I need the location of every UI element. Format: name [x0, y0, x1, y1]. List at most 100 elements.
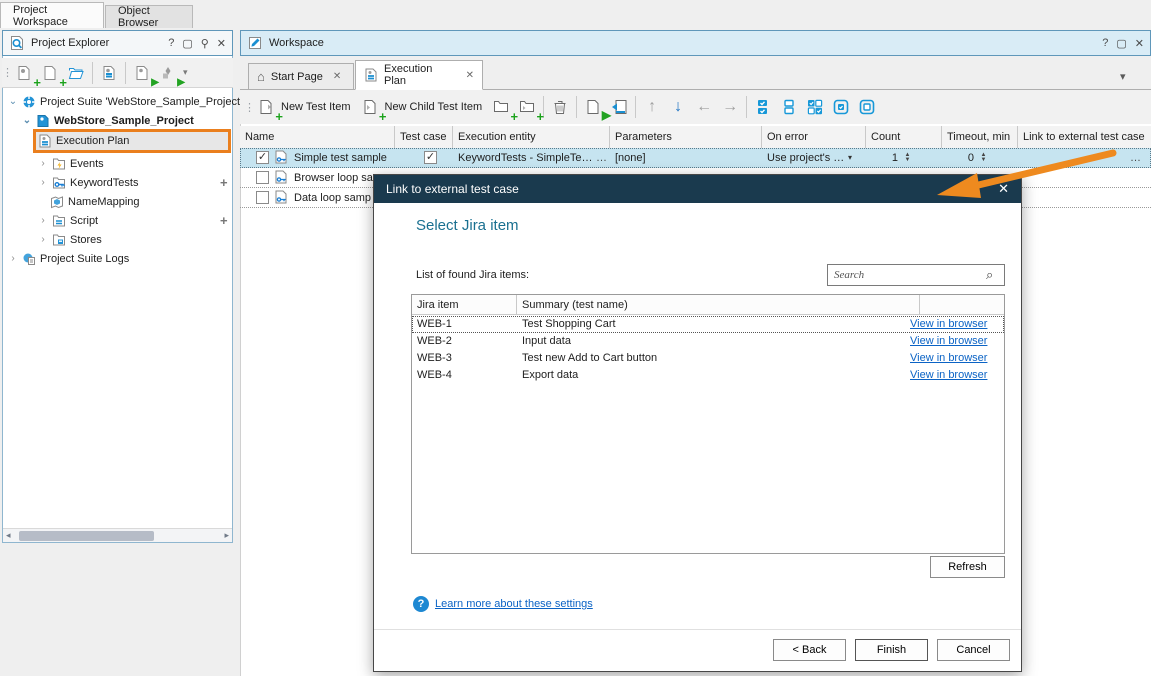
- refresh-button[interactable]: Refresh: [930, 556, 1005, 578]
- column-header-parameters[interactable]: Parameters: [610, 126, 762, 148]
- check-selected-button[interactable]: [828, 94, 854, 120]
- chevron-down-icon[interactable]: ⌄: [8, 96, 18, 107]
- invert-checks-button[interactable]: [802, 94, 828, 120]
- column-header-name[interactable]: Name: [240, 126, 395, 148]
- count-spinner[interactable]: ▲▼: [903, 150, 912, 166]
- grid-row-simple-test-sample[interactable]: ✓ Simple test sample ✓ KeywordTests - Si…: [240, 148, 1151, 168]
- toolbar-grip-icon[interactable]: ⋮: [2, 66, 11, 79]
- check-all-button[interactable]: [750, 94, 776, 120]
- execution-plan-toolbar-icon[interactable]: [96, 60, 122, 86]
- run-project-button[interactable]: ▶: [129, 60, 155, 86]
- cancel-button[interactable]: Cancel: [937, 639, 1010, 661]
- move-right-icon[interactable]: →: [717, 94, 743, 120]
- horizontal-scrollbar[interactable]: ◂ ▸: [3, 528, 232, 542]
- tree-item-namemapping[interactable]: NameMapping: [50, 192, 140, 211]
- run-test-item-button[interactable]: ▶: [580, 94, 606, 120]
- tree-item-project-suite[interactable]: ⌄ Project Suite 'WebStore_Sample_Project…: [8, 92, 242, 111]
- column-header-on-error[interactable]: On error: [762, 126, 866, 148]
- timeout-value[interactable]: 0: [956, 148, 974, 168]
- row-checkbox-unchecked[interactable]: [256, 171, 269, 184]
- close-icon[interactable]: ✕: [466, 70, 474, 81]
- column-header-timeout[interactable]: Timeout, min: [942, 126, 1018, 148]
- tree-item-keywordtests[interactable]: › KeywordTests: [38, 173, 138, 192]
- scroll-right-icon[interactable]: ▸: [224, 530, 229, 541]
- view-in-browser-link[interactable]: View in browser: [905, 316, 999, 333]
- new-item-button[interactable]: +: [37, 60, 63, 86]
- new-child-group-button[interactable]: +: [514, 94, 540, 120]
- tree-item-stores[interactable]: › Stores: [38, 230, 102, 249]
- view-in-browser-link[interactable]: View in browser: [905, 333, 999, 350]
- entity-ellipsis-button[interactable]: …: [596, 148, 607, 168]
- move-left-icon[interactable]: ←: [691, 94, 717, 120]
- chevron-right-icon[interactable]: ›: [38, 158, 48, 169]
- add-keywordtest-button[interactable]: +: [220, 175, 228, 190]
- add-script-button[interactable]: +: [220, 213, 228, 228]
- on-error-dropdown-icon[interactable]: ▾: [848, 148, 852, 168]
- finish-button[interactable]: Finish: [855, 639, 928, 661]
- timeout-spinner[interactable]: ▲▼: [979, 150, 988, 166]
- new-child-test-item-button[interactable]: New Child Test Item: [385, 101, 483, 113]
- column-header-count[interactable]: Count: [866, 126, 942, 148]
- pin-icon[interactable]: ⚲: [201, 37, 209, 50]
- column-header-execution-entity[interactable]: Execution entity: [453, 126, 610, 148]
- chevron-right-icon[interactable]: ›: [8, 253, 18, 264]
- new-child-test-item-icon[interactable]: +: [357, 94, 383, 120]
- row-checkbox-checked[interactable]: ✓: [256, 151, 269, 164]
- view-in-browser-link[interactable]: View in browser: [905, 350, 999, 367]
- tab-project-workspace[interactable]: Project Workspace: [0, 2, 104, 28]
- new-project-suite-button[interactable]: +: [11, 60, 37, 86]
- jira-row-web1[interactable]: WEB-1 Test Shopping Cart View in browser: [412, 316, 1004, 333]
- run-project-suite-button[interactable]: ▶: [155, 60, 181, 86]
- maximize-icon[interactable]: ▢: [182, 37, 192, 50]
- move-up-icon[interactable]: ↑: [639, 94, 665, 120]
- tab-list-dropdown-icon[interactable]: ▾: [1120, 70, 1126, 83]
- help-icon[interactable]: ?: [168, 37, 174, 50]
- view-in-browser-link[interactable]: View in browser: [905, 367, 999, 384]
- chevron-right-icon[interactable]: ›: [38, 234, 48, 245]
- tree-item-events[interactable]: › Events: [38, 154, 104, 173]
- new-group-button[interactable]: +: [488, 94, 514, 120]
- uncheck-selected-button[interactable]: [854, 94, 880, 120]
- tree-item-execution-plan[interactable]: Execution Plan: [38, 131, 129, 150]
- tab-start-page[interactable]: ⌂ Start Page ✕: [248, 63, 354, 90]
- tree-item-project[interactable]: ⌄ WebStore_Sample_Project: [22, 111, 194, 130]
- link-external-ellipsis-button[interactable]: …: [1130, 148, 1141, 168]
- run-from-selected-button[interactable]: [606, 94, 632, 120]
- row-checkbox-unchecked[interactable]: [256, 191, 269, 204]
- close-icon[interactable]: ✕: [217, 37, 226, 50]
- dialog-title-bar[interactable]: Link to external test case ✕: [374, 175, 1021, 203]
- tab-object-browser[interactable]: Object Browser: [105, 5, 193, 28]
- jira-column-item[interactable]: Jira item: [412, 295, 517, 315]
- dialog-close-icon[interactable]: ✕: [998, 181, 1009, 197]
- scroll-left-icon[interactable]: ◂: [6, 530, 11, 541]
- jira-row-web3[interactable]: WEB-3 Test new Add to Cart button View i…: [412, 350, 1004, 367]
- chevron-right-icon[interactable]: ›: [38, 177, 48, 188]
- chevron-right-icon[interactable]: ›: [38, 215, 48, 226]
- count-value[interactable]: 1: [880, 148, 898, 168]
- close-icon[interactable]: ✕: [1135, 37, 1144, 50]
- toolbar-grip-icon[interactable]: ⋮: [244, 101, 253, 114]
- chevron-down-icon[interactable]: ⌄: [22, 115, 32, 126]
- learn-more-link[interactable]: Learn more about these settings: [435, 598, 593, 610]
- spin-down-icon[interactable]: ▼: [905, 158, 911, 163]
- tree-item-project-suite-logs[interactable]: › Project Suite Logs: [8, 249, 129, 268]
- search-icon[interactable]: ⌕: [986, 267, 993, 283]
- column-header-link-external[interactable]: Link to external test case: [1018, 126, 1151, 148]
- uncheck-all-button[interactable]: [776, 94, 802, 120]
- on-error-value[interactable]: Use project's …: [767, 148, 844, 168]
- new-test-item-button[interactable]: New Test Item: [281, 101, 351, 113]
- jira-column-actions[interactable]: [920, 295, 1004, 315]
- tree-item-script[interactable]: › Script: [38, 211, 98, 230]
- new-test-item-icon[interactable]: +: [253, 94, 279, 120]
- maximize-icon[interactable]: ▢: [1116, 37, 1126, 50]
- delete-button[interactable]: [547, 94, 573, 120]
- scrollbar-thumb[interactable]: [19, 531, 154, 541]
- tab-execution-plan[interactable]: Execution Plan ✕: [355, 60, 483, 90]
- jira-row-web2[interactable]: WEB-2 Input data View in browser: [412, 333, 1004, 350]
- close-icon[interactable]: ✕: [333, 71, 341, 82]
- spin-down-icon[interactable]: ▼: [981, 158, 987, 163]
- jira-row-web4[interactable]: WEB-4 Export data View in browser: [412, 367, 1004, 384]
- move-down-icon[interactable]: ↓: [665, 94, 691, 120]
- column-header-test-case[interactable]: Test case: [395, 126, 453, 148]
- test-case-checkbox-checked[interactable]: ✓: [424, 151, 437, 164]
